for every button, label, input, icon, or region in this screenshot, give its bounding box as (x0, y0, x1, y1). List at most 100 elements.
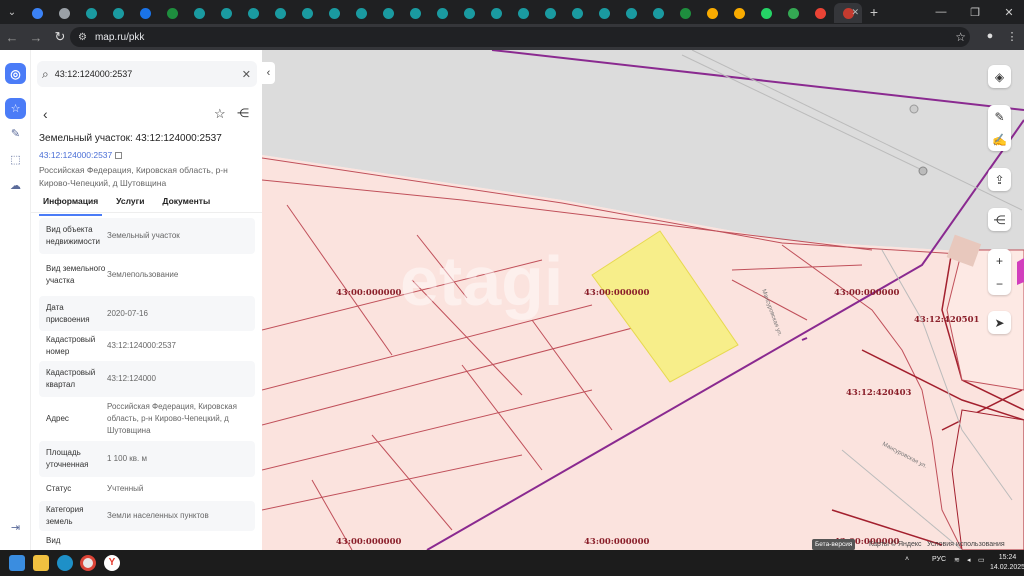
windows-start-icon[interactable] (9, 555, 25, 571)
info-row: Кадастровый номер 43:12:124000:2537 (39, 331, 255, 361)
beta-badge[interactable]: Бета-версия (812, 539, 856, 550)
browser-tab[interactable] (213, 3, 240, 23)
select-area-icon[interactable]: ⬚ (5, 149, 26, 170)
close-tab-icon[interactable]: ✕ (851, 7, 859, 18)
cloud-icon[interactable]: ☁ (5, 175, 26, 196)
cadastral-map[interactable]: etagi Мансуровская ул. Мансуровская ул. … (262, 50, 1024, 550)
collapse-panel-icon[interactable]: ‹ (262, 62, 275, 84)
cadastral-number-text[interactable]: 43:12:124000:2537 (39, 150, 112, 160)
row-key: Вид объекта недвижимости (46, 225, 100, 246)
file-explorer-icon[interactable] (33, 555, 49, 571)
site-settings-icon[interactable]: ⚙ (78, 32, 87, 43)
restore-icon[interactable]: ❐ (960, 0, 990, 24)
browser-tab[interactable] (105, 3, 132, 23)
browser-tab[interactable] (726, 3, 753, 23)
volume-icon[interactable]: ◂ (967, 556, 971, 564)
browser-tab[interactable] (159, 3, 186, 23)
tab-search-chevron-icon[interactable]: ⌄ (0, 0, 24, 24)
browser-tab[interactable] (78, 3, 105, 23)
browser-tab[interactable] (591, 3, 618, 23)
sheets-icon (680, 7, 691, 19)
info-row: Вид объекта недвижимости Земельный участо… (39, 218, 255, 254)
browser-tab[interactable] (780, 3, 807, 23)
geolocation-icon[interactable]: ➤ (988, 311, 1011, 334)
tray-expand-icon[interactable]: ˄ (905, 556, 909, 563)
terms-link[interactable]: Условия использования (927, 538, 1005, 550)
ruler-icon[interactable]: ✎ (988, 105, 1011, 128)
language-indicator[interactable]: РУС (932, 556, 946, 563)
browser-tab[interactable] (564, 3, 591, 23)
tab-divider (31, 212, 262, 213)
reload-icon[interactable]: ↻ (48, 25, 72, 49)
browser-tab[interactable] (132, 3, 159, 23)
browser-tab[interactable] (645, 3, 672, 23)
search-input[interactable]: 43:12:124000:2537 (55, 69, 133, 79)
clock[interactable]: 15:24 14.02.2025 (990, 553, 1024, 573)
browser-tab[interactable] (375, 3, 402, 23)
browser-tab[interactable] (699, 3, 726, 23)
yandex-attribution[interactable]: Карты © Яндекс (869, 538, 922, 550)
forward-arrow-icon[interactable]: → (24, 25, 48, 49)
browser-tab[interactable]: ✕ (834, 3, 862, 23)
favorites-star-icon[interactable]: ☆ (5, 98, 26, 119)
row-value: Земельный участок (107, 231, 180, 240)
url-text: map.ru/pkk (94, 31, 145, 43)
menu-dots-icon[interactable]: ⋮ (1003, 27, 1021, 45)
url-field[interactable]: ⚙ map.ru/pkk ☆ (70, 27, 970, 47)
globe-icon (329, 7, 340, 19)
edit-icon[interactable]: ✍ (988, 128, 1011, 151)
globe-icon (491, 7, 502, 19)
favorite-star-icon[interactable]: ☆ (214, 106, 226, 122)
login-icon[interactable]: ⇥ (5, 517, 26, 538)
page-viewport: etagi Мансуровская ул. Мансуровская ул. … (0, 50, 1024, 550)
browser-tab[interactable] (483, 3, 510, 23)
new-tab-button[interactable]: + (862, 4, 886, 20)
minimize-icon[interactable]: — (926, 0, 956, 24)
zoom-out-icon[interactable]: − (988, 272, 1011, 295)
yandex-browser-icon[interactable]: Y (104, 555, 120, 571)
profile-icon[interactable]: ● (981, 27, 999, 45)
globe-icon (464, 7, 475, 19)
back-chevron-icon[interactable]: ‹ (43, 106, 48, 122)
browser-tab[interactable] (402, 3, 429, 23)
browser-tab[interactable] (294, 3, 321, 23)
browser-tab[interactable] (24, 3, 51, 23)
browser-tab[interactable] (321, 3, 348, 23)
browser-tab[interactable] (618, 3, 645, 23)
browser-tab[interactable] (240, 3, 267, 23)
browser-tab[interactable] (456, 3, 483, 23)
copy-icon[interactable] (115, 152, 123, 160)
globe-icon (545, 7, 556, 19)
browser-tab[interactable] (672, 3, 699, 23)
info-row: Кадастровый квартал 43:12:124000 (39, 361, 255, 397)
clear-search-icon[interactable]: ✕ (242, 68, 251, 81)
layers-icon[interactable]: ◈ (988, 65, 1011, 88)
map-share-icon[interactable]: ⋲ (988, 208, 1011, 231)
bookmark-icon (707, 7, 718, 19)
upload-cloud-icon[interactable]: ⇪ (988, 168, 1011, 191)
app-logo-icon[interactable]: ◎ (5, 63, 26, 84)
browser-tab[interactable] (429, 3, 456, 23)
edge-icon[interactable] (57, 555, 73, 571)
browser-tab[interactable] (348, 3, 375, 23)
bookmark-star-icon[interactable]: ☆ (955, 30, 966, 44)
ruler-pencil-icon[interactable]: ✎ (5, 123, 26, 144)
back-arrow-icon[interactable]: ← (0, 25, 24, 49)
browser-tab[interactable] (510, 3, 537, 23)
browser-tab[interactable] (51, 3, 78, 23)
chrome-icon[interactable] (80, 555, 96, 571)
zoom-in-icon[interactable]: + (988, 249, 1011, 272)
search-box[interactable]: ⌕ 43:12:124000:2537 ✕ (37, 61, 257, 87)
row-value: Земли населенных пунктов (107, 511, 209, 520)
browser-tab[interactable] (267, 3, 294, 23)
browser-tab[interactable] (186, 3, 213, 23)
browser-tab[interactable] (753, 3, 780, 23)
browser-tab[interactable] (807, 3, 834, 23)
watermark-text: etagi (400, 242, 563, 320)
share-icon[interactable]: ⋲ (237, 106, 249, 120)
browser-tab[interactable] (537, 3, 564, 23)
close-window-icon[interactable]: ✕ (994, 0, 1024, 24)
wifi-icon[interactable]: ≋ (954, 556, 960, 564)
battery-icon[interactable]: ▭ (978, 556, 985, 564)
cadastral-number-link[interactable]: 43:12:124000:2537 (39, 150, 123, 160)
